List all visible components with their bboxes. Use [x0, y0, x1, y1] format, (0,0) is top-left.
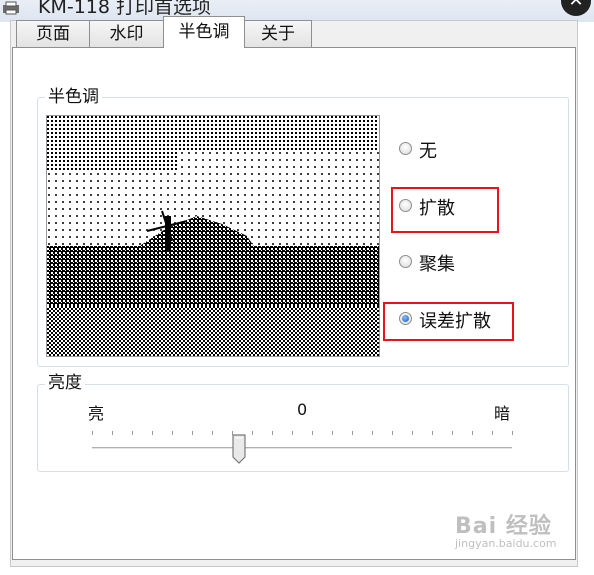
tab-label: 水印 — [109, 24, 144, 44]
slider-tick — [292, 431, 293, 435]
highlight-box-diffusion — [391, 187, 499, 233]
slider-tick — [352, 431, 353, 435]
close-button[interactable]: ✕ — [561, 0, 591, 16]
brightness-slider-track[interactable] — [92, 447, 512, 450]
brightness-max-label: 暗 — [494, 404, 511, 423]
tab-label: 半色调 — [178, 22, 230, 42]
printer-icon — [3, 1, 19, 15]
radio-button[interactable] — [399, 142, 412, 155]
slider-tick — [212, 431, 213, 435]
slider-tick — [112, 431, 113, 435]
slider-tick — [512, 431, 513, 435]
brightness-min-label: 亮 — [88, 404, 105, 423]
title-bar: KM-118 打印首选项 ✕ — [0, 0, 594, 22]
tab-label: 页面 — [36, 24, 70, 44]
slider-tick — [252, 431, 253, 435]
baidu-jingyan-watermark: Bai 经验 jingyan.baidu.com — [455, 508, 585, 550]
brightness-value: 0 — [297, 400, 308, 419]
slider-tick — [132, 431, 133, 435]
radio-label-none: 无 — [419, 141, 437, 162]
brightness-group-label: 亮度 — [45, 373, 85, 393]
tab-halftone[interactable]: 半色调 — [163, 16, 245, 48]
radio-button[interactable] — [399, 255, 412, 268]
close-icon: ✕ — [568, 0, 584, 11]
tab-watermark[interactable]: 水印 — [89, 20, 164, 47]
slider-tick — [92, 431, 93, 435]
slider-tick — [312, 431, 313, 435]
halftone-group-label: 半色调 — [45, 87, 102, 107]
slider-tick — [332, 431, 333, 435]
slider-tick — [492, 431, 493, 435]
slider-tick — [472, 431, 473, 435]
slider-tick — [172, 431, 173, 435]
tab-about[interactable]: 关于 — [244, 20, 312, 47]
watermark-logo: Bai 经验 — [455, 514, 552, 539]
brightness-group — [37, 384, 569, 472]
slider-tick — [412, 431, 413, 435]
highlight-box-error-diffusion — [383, 302, 514, 341]
slider-tick — [272, 431, 273, 435]
slider-tick — [392, 431, 393, 435]
watermark-url: jingyan.baidu.com — [455, 537, 557, 550]
radio-cluster[interactable]: 聚集 — [399, 252, 479, 276]
slider-tick — [152, 431, 153, 435]
slider-tick — [372, 431, 373, 435]
radio-none[interactable]: 无 — [399, 139, 459, 163]
slider-tick — [452, 431, 453, 435]
brightness-slider-thumb[interactable] — [231, 434, 247, 464]
tab-label: 关于 — [261, 24, 295, 44]
radio-label-cluster: 聚集 — [419, 254, 455, 275]
halftone-preview-image — [46, 115, 380, 357]
tab-page[interactable]: 页面 — [16, 20, 90, 47]
slider-tick — [432, 431, 433, 435]
slider-tick — [192, 431, 193, 435]
